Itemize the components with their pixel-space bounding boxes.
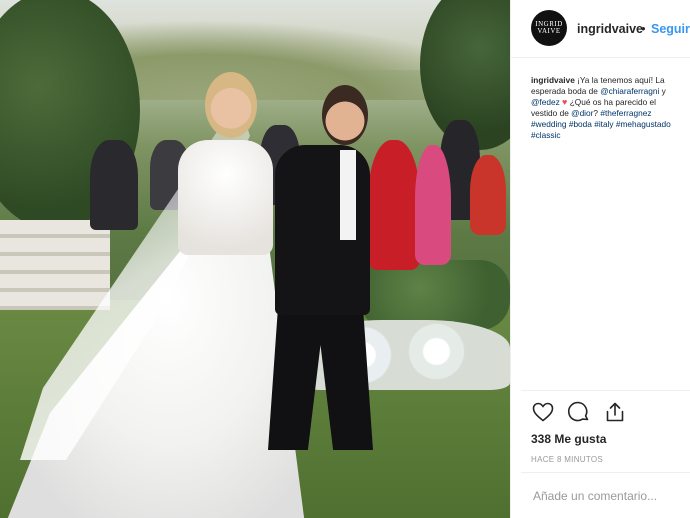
post-timestamp: HACE 8 MINUTOS [531,455,604,464]
mention-link[interactable]: @dior [571,108,593,118]
photo-guest-red-dress [470,155,506,235]
heart-outline-icon[interactable] [531,400,555,424]
separator-dot: • [641,21,646,36]
mention-link[interactable]: @chiaraferragni [600,86,659,96]
post-actions [529,400,669,426]
caption-username[interactable]: ingridvaive [531,75,575,85]
photo-groom-shirt [340,150,356,240]
mention-link[interactable]: @fedez [531,97,560,107]
comment-input[interactable]: Añade un comentario... [533,489,657,503]
speech-bubble-icon[interactable] [567,400,591,424]
divider [521,472,690,473]
photo-bride-lace-top [178,140,273,255]
photo-guest-pink-dress [415,145,451,265]
share-upload-icon[interactable] [603,400,627,424]
photo-steps [0,220,110,310]
post-caption: ingridvaive ¡Ya la tenemos aquí! La espe… [531,75,683,141]
photo-groom [322,85,368,145]
likes-count[interactable]: 338 Me gusta [531,432,606,446]
photo-bride [205,72,257,138]
photo-guest-red-dress [368,140,420,270]
avatar[interactable]: INGRID VAIVE [531,10,567,46]
follow-button[interactable]: Seguir [651,22,690,36]
avatar-text: VAIVE [537,27,561,35]
username-link[interactable]: ingridvaive [577,22,643,36]
post-header: INGRID VAIVE ingridvaive • Seguir [511,0,690,58]
caption-text: y [659,86,666,96]
photo-guest [90,140,138,230]
post-sidebar: INGRID VAIVE ingridvaive • Seguir ingridv… [510,0,690,518]
post-photo[interactable] [0,0,510,518]
divider [521,390,690,391]
